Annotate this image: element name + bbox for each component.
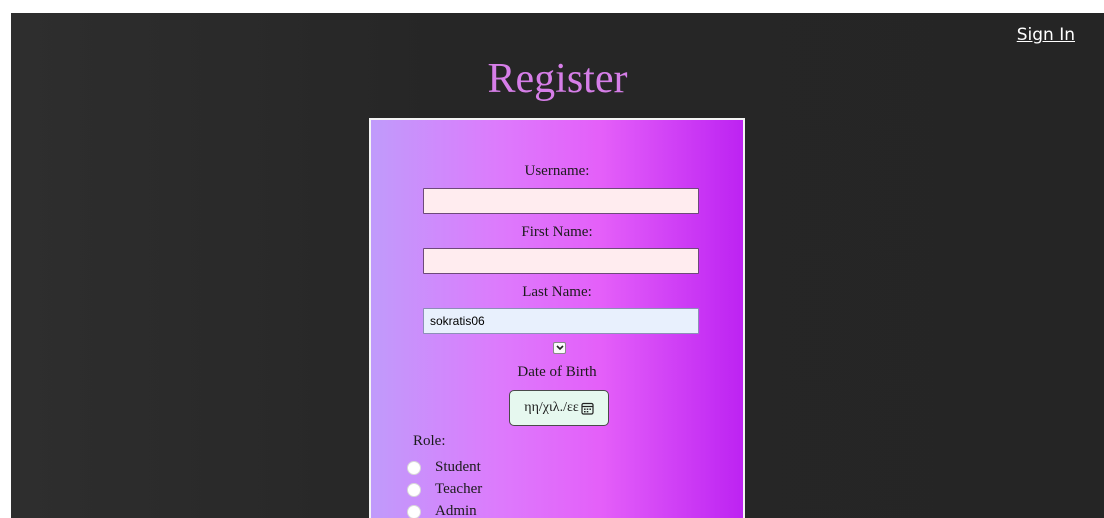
last-name-input[interactable] [423,308,699,334]
role-option-student[interactable]: Student [407,459,481,476]
username-label: Username: [524,163,590,179]
teacher-radio[interactable] [407,482,421,497]
admin-radio[interactable] [407,504,421,518]
role-label: Role: [413,433,446,449]
date-placeholder: ηη/χιλ./εε [524,400,579,415]
role-option-label: Admin [435,503,477,518]
dob-label: Date of Birth [517,364,597,380]
calendar-icon [581,402,594,415]
username-input[interactable] [423,188,699,214]
role-option-label: Student [435,459,481,475]
role-option-label: Teacher [435,481,483,497]
first-name-label: First Name: [521,224,593,240]
page-background: Sign In Register Username: First Name: L… [11,13,1104,518]
autofill-dropdown-toggle[interactable] [553,342,566,354]
date-of-birth-picker[interactable]: ηη/χιλ./εε [509,390,609,426]
role-option-teacher[interactable]: Teacher [407,481,482,498]
sign-in-link[interactable]: Sign In [1017,25,1075,45]
chevron-down-icon [555,345,564,351]
student-radio[interactable] [407,460,421,475]
first-name-input[interactable] [423,248,699,274]
last-name-label: Last Name: [522,284,592,300]
register-form: Username: First Name: Last Name: Date of… [369,118,745,518]
role-option-admin[interactable]: Admin [407,503,477,518]
page-title: Register [487,56,628,102]
